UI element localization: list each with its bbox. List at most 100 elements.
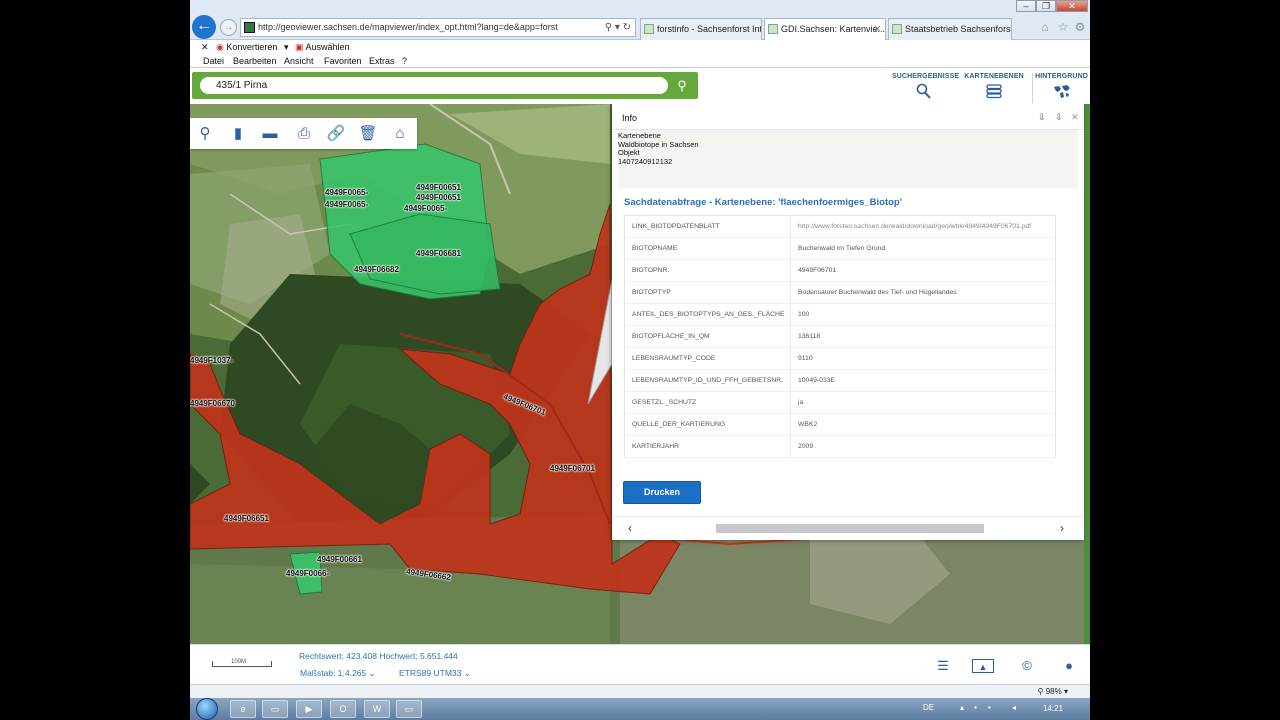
volume-icon[interactable]: ◂: [1012, 704, 1020, 712]
close-commandbar-icon[interactable]: ✕: [201, 40, 209, 54]
bookmark-icon[interactable]: ▮: [228, 124, 248, 144]
word-app-icon[interactable]: W: [364, 700, 390, 718]
settings-gear-icon[interactable]: ⚙: [1073, 20, 1087, 34]
clock: 14:21: [1043, 704, 1064, 713]
attribute-value: 4949F06701: [790, 259, 1056, 282]
menu-ansicht[interactable]: Ansicht: [284, 54, 314, 68]
convert-button[interactable]: ◉ Konvertieren: [216, 40, 277, 54]
tab-gdi-sachsen[interactable]: GDI.Sachsen: Kartenvie... ✕: [764, 18, 886, 40]
table-row: ANTEIL_DES_BIOTOPTYPS_AN_GES._FLÄCHE 100: [624, 303, 1056, 326]
attribute-key: ANTEIL_DES_BIOTOPTYPS_AN_GES._FLÄCHE: [624, 303, 791, 326]
minimize-button[interactable]: –: [1016, 0, 1036, 12]
command-bar: ✕ ◉ Konvertieren ▾ ▣ Auswählen: [190, 40, 1090, 54]
tab-label: GDI.Sachsen: Kartenvie...: [781, 24, 886, 34]
table-row: LEBENSRAUMTYP_ID_UND_FFH_GEBIETSNR. 10049…: [624, 369, 1056, 392]
menu-bearbeiten[interactable]: Bearbeiten: [233, 54, 277, 68]
attribute-value[interactable]: http://www.forsten.sachsen.de/wald/downl…: [790, 215, 1056, 238]
chevron-down-icon: ⌄: [368, 668, 376, 678]
search-icon: ⚲: [677, 78, 687, 93]
map-label: 4949F06670: [190, 399, 235, 408]
map-layers-button[interactable]: KARTENEBENEN: [962, 73, 1026, 103]
explorer-app-icon[interactable]: ▭: [262, 700, 288, 718]
chevron-down-icon: ▾: [1063, 687, 1068, 696]
menu-datei[interactable]: Datei: [203, 54, 224, 68]
select-button[interactable]: ▣ Auswählen: [295, 40, 350, 54]
tab-close-icon[interactable]: ✕: [873, 19, 881, 39]
site-favicon-icon: [244, 22, 255, 33]
convert-dropdown-icon[interactable]: ▾: [284, 40, 289, 54]
search-button[interactable]: ⚲: [671, 75, 693, 96]
address-controls-icon[interactable]: ⚲ ▾ ↻: [605, 19, 631, 36]
tray-icon[interactable]: ▪: [974, 704, 982, 712]
attribute-key: KARTIERJAHR: [624, 435, 791, 458]
menu-extras[interactable]: Extras: [369, 54, 395, 68]
list-icon[interactable]: ☰: [935, 659, 951, 673]
search-bar: ⚲: [192, 72, 698, 99]
screen: – ❐ ✕ ← → http://geoviewer.sachsen.de/ma…: [190, 0, 1090, 720]
map-label: 4949F0066-: [286, 569, 330, 578]
window-app-icon[interactable]: ▭: [396, 700, 422, 718]
attribute-value: 2009: [790, 435, 1056, 458]
zoom-search-icon[interactable]: ⚲: [195, 124, 215, 144]
home-icon[interactable]: ⌂: [1038, 20, 1052, 34]
close-window-button[interactable]: ✕: [1056, 0, 1088, 12]
export-icon[interactable]: ⇩: [1038, 112, 1046, 123]
crs-selector[interactable]: ETRS89 UTM33 ⌄: [399, 668, 471, 679]
table-row: BIOTOPFLÄCHE_in_qm 136118: [624, 325, 1056, 348]
tray-icon[interactable]: ▪: [988, 704, 996, 712]
search-results-button[interactable]: SUCHERGEBNISSE: [892, 73, 959, 103]
delete-icon[interactable]: 🗑: [358, 124, 378, 144]
window-titlebar: – ❐ ✕: [190, 0, 1090, 14]
search-results-icon: [916, 83, 931, 99]
map-view[interactable]: ⚲ ▮ ▬ ⎙ 🔗 🗑 ⌂ 4949F0065- 4949F0065- 4949…: [190, 104, 1090, 644]
info-panel: Info ⇩ ⇩ ✕ Kartenebene Waldbiotope in Sa…: [612, 104, 1084, 540]
browser-status-bar: ⚲ 98% ▾: [190, 684, 1090, 698]
favorites-star-icon[interactable]: ☆: [1056, 20, 1070, 34]
print-icon[interactable]: ⎙: [294, 124, 314, 144]
menu-help[interactable]: ?: [402, 54, 407, 68]
language-indicator[interactable]: DE: [923, 703, 934, 712]
attribute-value: ja: [790, 391, 1056, 414]
tab-forstinfo[interactable]: forstinfo - Sachsenforst Int...: [640, 18, 762, 40]
globe-icon[interactable]: ●: [1061, 659, 1077, 673]
close-icon[interactable]: ✕: [1071, 112, 1079, 123]
scale-selector[interactable]: Maßstab: 1:4.265 ⌄: [300, 668, 376, 679]
address-bar[interactable]: http://geoviewer.sachsen.de/mapviewer/in…: [240, 18, 636, 37]
map-label: 4949F00661: [317, 555, 362, 564]
map-label: 4949F06701: [550, 464, 595, 473]
map-label: 4949F06682: [354, 265, 399, 274]
overview-map-icon[interactable]: ▲: [972, 659, 994, 673]
ie-app-icon[interactable]: e: [230, 700, 256, 718]
copyright-icon[interactable]: ©: [1019, 659, 1035, 673]
back-button[interactable]: ←: [192, 15, 216, 39]
background-button[interactable]: HINTERGRUND: [1032, 73, 1090, 103]
layers-icon: [986, 84, 1002, 99]
tab-favicon-icon: [644, 24, 654, 34]
tray-icon[interactable]: ▴: [960, 704, 968, 712]
link-icon[interactable]: 🔗: [326, 124, 346, 144]
forward-button[interactable]: →: [220, 19, 237, 36]
layer-name: Waldbiotope in Sachsen: [618, 139, 699, 149]
chevron-down-icon: ⌄: [463, 668, 471, 678]
table-row: QUELLE_DER_KARTIERUNG WBK2: [624, 413, 1056, 436]
maximize-button[interactable]: ❐: [1036, 0, 1056, 12]
start-button[interactable]: [196, 698, 218, 720]
tab-sachsenforst[interactable]: Staatsbetrieb Sachsenforst: [888, 18, 1012, 40]
select-icon: ▣: [295, 42, 304, 52]
horizontal-scrollbar[interactable]: ‹ ›: [612, 516, 1084, 538]
measure-icon[interactable]: ▬: [260, 124, 280, 144]
select-label: Auswählen: [305, 42, 350, 52]
layer-info: Kartenebene Waldbiotope in Sachsen Objek…: [618, 130, 1078, 188]
media-app-icon[interactable]: ▶: [296, 700, 322, 718]
menu-favoriten[interactable]: Favoriten: [324, 54, 362, 68]
attribute-value: 136118: [790, 325, 1056, 348]
scroll-right-icon[interactable]: ›: [1060, 521, 1064, 535]
print-button[interactable]: Drucken: [623, 481, 701, 504]
scroll-thumb[interactable]: [716, 524, 984, 533]
download-icon[interactable]: ⇩: [1055, 112, 1063, 123]
outlook-app-icon[interactable]: O: [330, 700, 356, 718]
zoom-level[interactable]: ⚲ 98% ▾: [1038, 687, 1068, 696]
home-icon[interactable]: ⌂: [390, 124, 410, 144]
scroll-left-icon[interactable]: ‹: [628, 521, 632, 535]
search-input[interactable]: [200, 77, 668, 94]
